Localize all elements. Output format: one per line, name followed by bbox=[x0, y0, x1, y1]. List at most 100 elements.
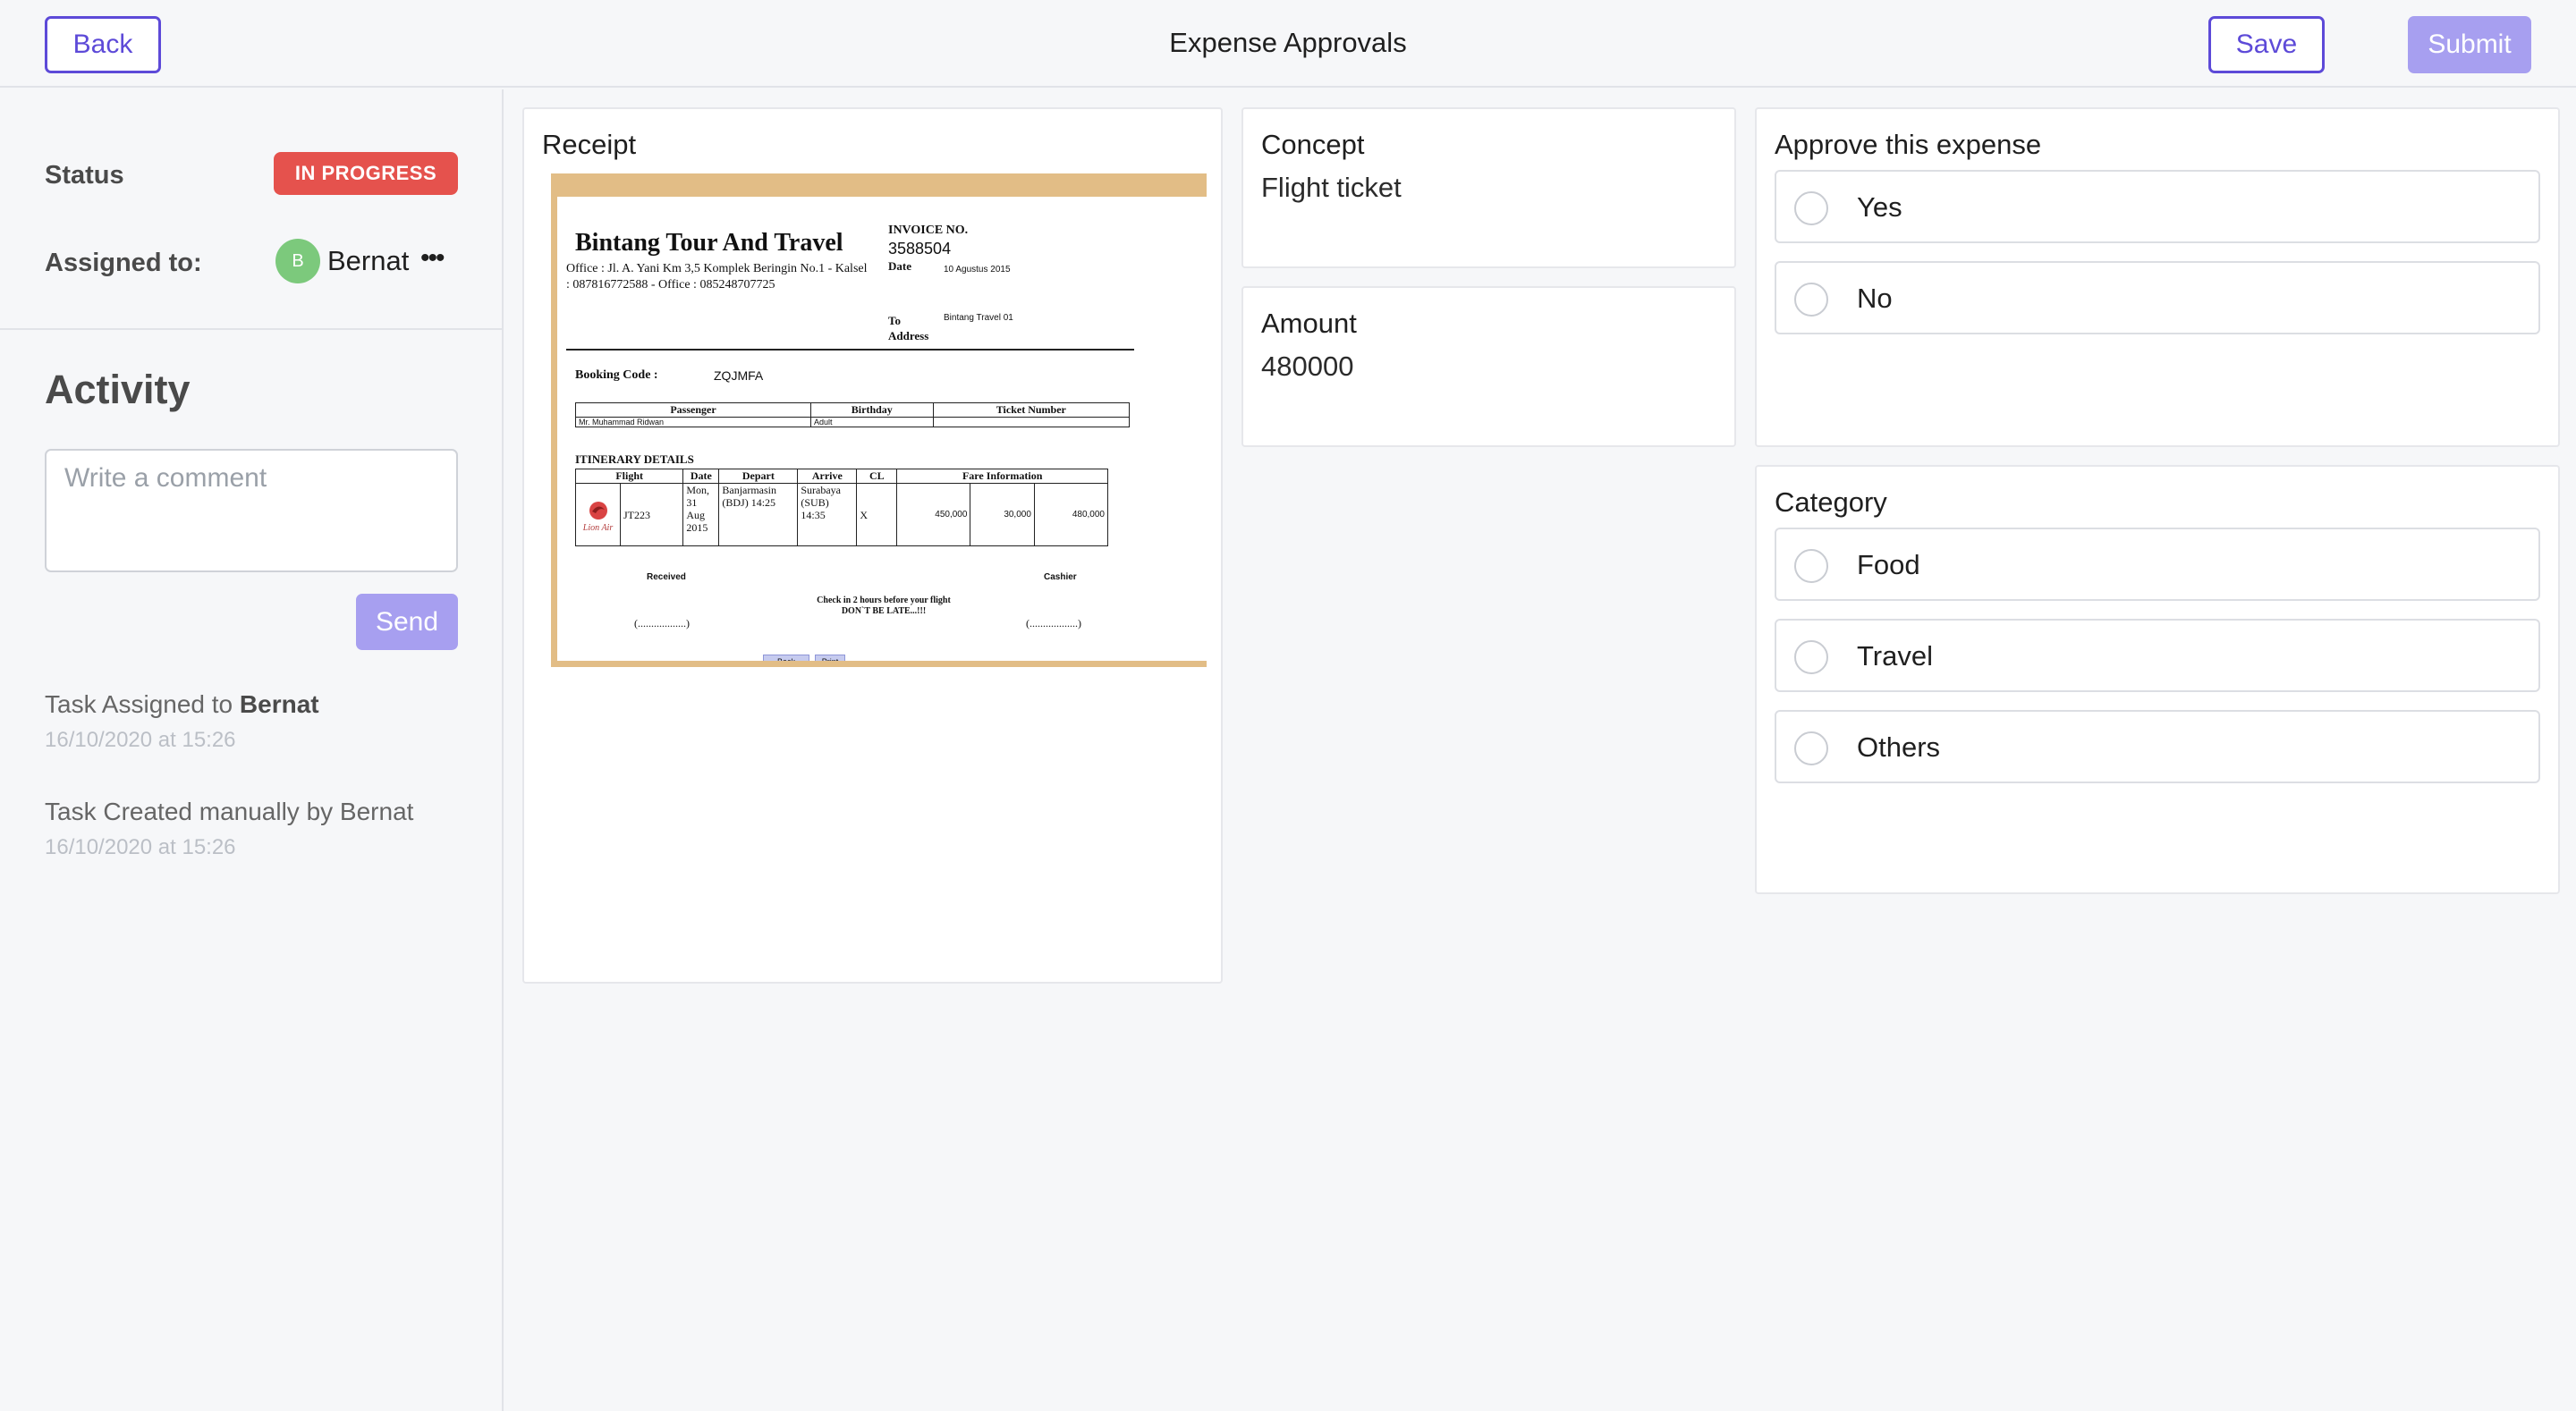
approve-title: Approve this expense bbox=[1775, 129, 2042, 160]
option-label: Food bbox=[1857, 549, 1920, 580]
top-bar: Back Expense Approvals Save Submit bbox=[0, 0, 2576, 88]
doc-signature: (..................) bbox=[634, 617, 690, 629]
radio-button[interactable] bbox=[1794, 191, 1828, 225]
submit-button[interactable]: Submit bbox=[2408, 16, 2531, 73]
doc-office-address: Office : Jl. A. Yani Km 3,5 Komplek Beri… bbox=[566, 262, 868, 275]
doc-print-button: Print bbox=[815, 655, 845, 661]
passenger-table: Passenger Birthday Ticket Number Mr. Muh… bbox=[575, 402, 1131, 427]
more-options-icon[interactable]: ••• bbox=[420, 243, 445, 274]
status-badge: IN PROGRESS bbox=[274, 152, 458, 195]
receipt-title: Receipt bbox=[542, 129, 637, 160]
send-button[interactable]: Send bbox=[356, 594, 458, 650]
category-option-food[interactable]: Food bbox=[1775, 528, 2540, 601]
pax-cell: Adult bbox=[810, 417, 934, 427]
doc-invoice-number: 3588504 bbox=[888, 240, 952, 258]
itin-fare: 450,000 bbox=[896, 483, 971, 546]
page-title: Expense Approvals bbox=[1169, 27, 1407, 58]
doc-back-button: Back bbox=[763, 655, 809, 661]
itin-header: Depart bbox=[718, 469, 799, 484]
radio-button[interactable] bbox=[1794, 283, 1828, 317]
doc-date-label: Date bbox=[888, 259, 911, 273]
itin-header: Date bbox=[682, 469, 720, 484]
concept-card: Concept Flight ticket bbox=[1241, 107, 1736, 268]
itin-total: 480,000 bbox=[1033, 483, 1109, 546]
doc-to-value: Bintang Travel 01 bbox=[944, 313, 1013, 323]
receipt-image: INVOICE Bintang Tour And Travel Office :… bbox=[551, 173, 1207, 667]
lion-air-icon bbox=[589, 501, 607, 520]
itinerary-table: Flight Date Depart Arrive CL Fare Inform… bbox=[574, 469, 1109, 546]
lion-air-logo: Lion Air bbox=[575, 483, 621, 546]
itin-depart: Banjarmasin (BDJ) 14:25 bbox=[718, 483, 799, 546]
doc-header: INVOICE bbox=[563, 175, 604, 186]
doc-company: Bintang Tour And Travel bbox=[575, 229, 843, 257]
doc-signature: (..................) bbox=[1026, 617, 1081, 629]
option-label: Others bbox=[1857, 731, 1941, 763]
pax-header: Passenger bbox=[575, 402, 811, 418]
doc-cashier-label: Cashier bbox=[1044, 572, 1077, 582]
sidebar-divider bbox=[0, 328, 502, 330]
amount-value: 480000 bbox=[1261, 351, 1354, 382]
doc-checkin-note: Check in 2 hours before your flight DON`… bbox=[754, 596, 1013, 617]
doc-checkin-text: Check in 2 hours before your flight bbox=[817, 596, 951, 605]
amount-title: Amount bbox=[1261, 308, 1357, 339]
activity-title: Activity bbox=[45, 367, 191, 412]
pax-header: Ticket Number bbox=[932, 402, 1131, 418]
doc-to-text: To bbox=[888, 314, 901, 327]
doc-late-text: DON`T BE LATE...!!! bbox=[841, 606, 927, 616]
itin-header: Flight bbox=[574, 469, 684, 484]
category-title: Category bbox=[1775, 486, 1887, 518]
itin-arrive: Surabaya (SUB) 14:35 bbox=[797, 483, 858, 546]
radio-button[interactable] bbox=[1794, 549, 1828, 583]
save-button[interactable]: Save bbox=[2208, 16, 2325, 73]
itin-tax: 30,000 bbox=[970, 483, 1035, 546]
sidebar: Status IN PROGRESS Assigned to: B Bernat… bbox=[0, 89, 504, 1411]
comment-input[interactable] bbox=[45, 449, 458, 572]
option-label: Yes bbox=[1857, 191, 1902, 223]
avatar: B bbox=[275, 239, 320, 283]
approve-option-no[interactable]: No bbox=[1775, 261, 2540, 334]
itin-header: Arrive bbox=[797, 469, 858, 484]
doc-to-label: To Address bbox=[888, 313, 928, 343]
radio-button[interactable] bbox=[1794, 640, 1828, 674]
option-label: Travel bbox=[1857, 640, 1933, 672]
itin-class: X bbox=[856, 483, 898, 546]
concept-value: Flight ticket bbox=[1261, 172, 1402, 203]
doc-address-text: Address bbox=[888, 329, 929, 342]
activity-item: Task Assigned to Bernat bbox=[45, 690, 319, 719]
activity-time: 16/10/2020 at 15:26 bbox=[45, 728, 236, 752]
doc-invoice-label: INVOICE NO. bbox=[888, 224, 969, 237]
approve-card: Approve this expense Yes No bbox=[1755, 107, 2560, 447]
activity-text: Task Assigned to bbox=[45, 690, 240, 718]
itin-header: CL bbox=[856, 469, 898, 484]
itin-date: Mon, 31 Aug 2015 bbox=[682, 483, 720, 546]
activity-user: Bernat bbox=[239, 690, 319, 718]
activity-time: 16/10/2020 at 15:26 bbox=[45, 835, 236, 859]
concept-title: Concept bbox=[1261, 129, 1365, 160]
category-option-travel[interactable]: Travel bbox=[1775, 619, 2540, 692]
doc-office-phones: : 087816772588 - Office : 085248707725 bbox=[566, 278, 775, 291]
airline-name: Lion Air bbox=[582, 522, 614, 533]
assigned-label: Assigned to: bbox=[45, 249, 202, 277]
activity-item: Task Created manually by Bernat bbox=[45, 798, 413, 826]
option-label: No bbox=[1857, 283, 1893, 314]
itin-header: Fare Information bbox=[896, 469, 1108, 484]
itin-flight: JT223 bbox=[619, 483, 684, 546]
pax-header: Birthday bbox=[810, 402, 934, 418]
pax-cell bbox=[932, 417, 1131, 427]
amount-card: Amount 480000 bbox=[1241, 286, 1736, 447]
radio-button[interactable] bbox=[1794, 731, 1828, 765]
doc-divider bbox=[566, 349, 1134, 351]
approve-option-yes[interactable]: Yes bbox=[1775, 170, 2540, 243]
assignee-name: Bernat bbox=[327, 245, 410, 276]
pax-cell: Mr. Muhammad Ridwan bbox=[575, 417, 811, 427]
doc-office: Office : Jl. A. Yani Km 3,5 Komplek Beri… bbox=[566, 261, 879, 293]
category-card: Category Food Travel Others bbox=[1755, 465, 2560, 894]
doc-booking-value: ZQJMFA bbox=[714, 368, 764, 383]
doc-date-value: 10 Agustus 2015 bbox=[944, 265, 1011, 275]
activity-text: Task Created manually by Bernat bbox=[45, 798, 414, 825]
doc-itinerary-label: ITINERARY DETAILS bbox=[575, 452, 694, 466]
category-option-others[interactable]: Others bbox=[1775, 710, 2540, 783]
status-label: Status bbox=[45, 161, 124, 190]
doc-booking-label: Booking Code : bbox=[575, 368, 658, 382]
doc-received-label: Received bbox=[647, 572, 686, 582]
